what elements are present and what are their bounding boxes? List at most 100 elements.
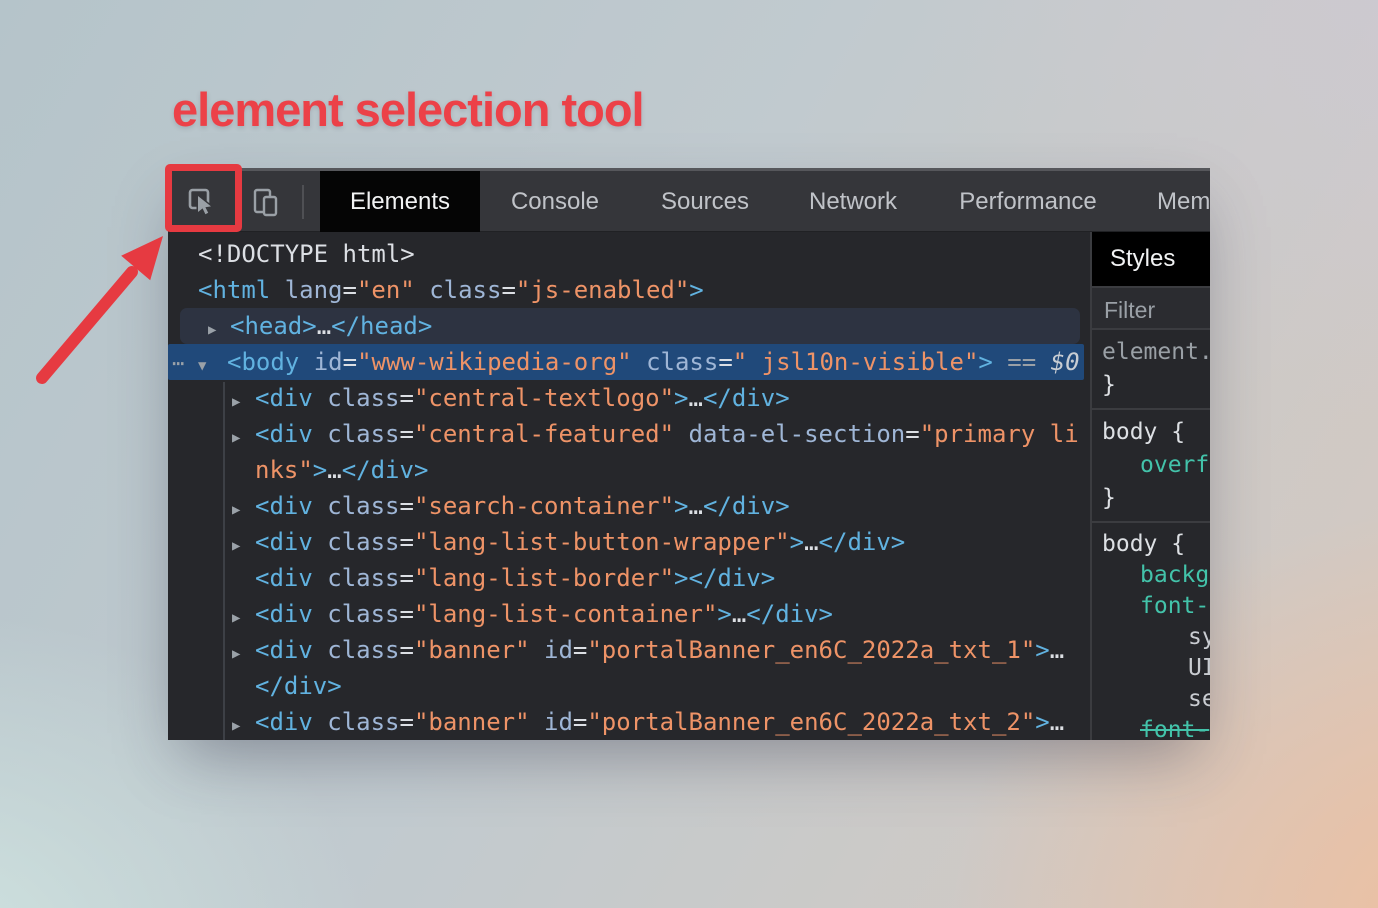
dom-tree-row[interactable]: ▶<div class="central-featured" data-el-s… (168, 416, 1090, 452)
annotation-highlight-box (165, 164, 242, 232)
dom-tree-row[interactable]: ▶<div class="central-textlogo">…</div> (168, 380, 1090, 416)
expand-arrow-icon[interactable]: ▶ (232, 600, 255, 636)
style-line[interactable]: body { (1092, 529, 1210, 560)
code-segment (313, 564, 327, 592)
style-line[interactable]: } (1092, 369, 1210, 402)
style-text: element. (1102, 339, 1210, 365)
expand-arrow-icon[interactable]: ▶ (208, 312, 230, 348)
code-segment: <div (255, 420, 313, 448)
code-segment: </div> (703, 384, 790, 412)
code-segment (313, 600, 327, 628)
style-line[interactable]: backg (1092, 560, 1210, 591)
style-text: } (1102, 485, 1116, 511)
code-segment: > (674, 492, 688, 520)
dom-tree-row[interactable]: ▶<div class="lang-list-container">…</div… (168, 596, 1090, 632)
tab-mem[interactable]: Mem (1157, 171, 1210, 232)
style-text: font- (1140, 717, 1209, 740)
style-line[interactable]: se (1092, 684, 1210, 715)
code-segment: "primary li (920, 420, 1079, 448)
dom-tree-row[interactable]: ▶<div class="banner" id="portalBanner_en… (168, 632, 1090, 668)
code-segment: <div (255, 492, 313, 520)
collapse-arrow-icon[interactable]: ▼ (198, 348, 227, 384)
code-segment: class (327, 492, 399, 520)
tab-console[interactable]: Console (490, 171, 620, 232)
code-segment: id (314, 348, 343, 376)
style-line[interactable]: element. (1092, 336, 1210, 369)
code-segment (313, 420, 327, 448)
style-line[interactable]: overf (1092, 449, 1210, 482)
dom-tree-row[interactable]: ⋯▼<body id="www-wikipedia-org" class=" j… (168, 344, 1084, 380)
tab-network[interactable]: Network (788, 171, 918, 232)
dom-tree-row[interactable]: <div class="lang-list-border"></div> (168, 560, 1090, 596)
code-segment: class (327, 708, 399, 736)
tab-sources[interactable]: Sources (640, 171, 770, 232)
code-segment: class (327, 600, 399, 628)
code-segment: … (732, 600, 746, 628)
style-section: body {backgfont-syUIsefont- (1092, 523, 1210, 740)
expand-arrow-icon[interactable]: ▶ (232, 708, 255, 740)
tab-styles[interactable]: Styles (1092, 232, 1210, 286)
expand-arrow-icon[interactable]: ▶ (232, 420, 255, 456)
code-segment: = (400, 600, 414, 628)
tab-elements[interactable]: Elements (320, 171, 480, 232)
code-segment: "lang-list-border" (414, 564, 674, 592)
style-line[interactable]: UI (1092, 653, 1210, 684)
style-text: } (1102, 372, 1116, 398)
code-segment: … (689, 492, 703, 520)
code-segment: $0 (1051, 348, 1080, 376)
code-segment (313, 528, 327, 556)
code-segment: class (327, 384, 399, 412)
dom-tree-row[interactable]: nks">…</div> (168, 452, 1090, 488)
code-segment: … (1050, 708, 1064, 736)
code-segment: > (674, 384, 688, 412)
code-segment: id (544, 708, 573, 736)
devtools-window: ElementsConsole Sources NetworkPerformance… (168, 168, 1210, 740)
dom-tree-row[interactable]: ▶<div class="lang-list-button-wrapper">…… (168, 524, 1090, 560)
expand-arrow-icon[interactable]: ▶ (232, 528, 255, 564)
style-text: sy (1188, 624, 1210, 650)
dom-tree-row[interactable]: ▶<div class="search-container">…</div> (168, 488, 1090, 524)
style-line[interactable]: } (1092, 482, 1210, 515)
code-segment: "search-container" (414, 492, 674, 520)
code-segment: = (400, 636, 414, 664)
code-segment: </div> (703, 492, 790, 520)
code-segment (299, 348, 313, 376)
styles-sidebar: Styles Filter element.}body {overf}body … (1090, 232, 1210, 740)
style-line[interactable]: font- (1092, 715, 1210, 740)
style-line[interactable]: font- (1092, 591, 1210, 622)
dom-tree-row[interactable]: <html lang="en" class="js-enabled"> (168, 272, 1090, 308)
code-segment: = (718, 348, 732, 376)
dom-tree-row[interactable]: </div> (168, 668, 1090, 704)
expand-arrow-icon[interactable]: ▶ (232, 384, 255, 420)
style-line[interactable]: body { (1092, 416, 1210, 449)
expand-arrow-icon[interactable]: ▶ (232, 492, 255, 528)
code-segment: > (790, 528, 804, 556)
dom-tree-row[interactable]: <!DOCTYPE html> (168, 236, 1090, 272)
dom-tree-panel[interactable]: <!DOCTYPE html><html lang="en" class="js… (168, 232, 1090, 740)
code-segment (313, 708, 327, 736)
code-segment: = (905, 420, 919, 448)
code-segment: = (400, 384, 414, 412)
code-segment: … (689, 384, 703, 412)
tab-performance[interactable]: Performance (928, 171, 1128, 232)
code-segment: = (400, 492, 414, 520)
code-segment: </div> (255, 672, 342, 700)
overflow-menu-icon[interactable]: ⋯ (172, 345, 198, 381)
dom-tree-row[interactable]: ▶<div class="banner" id="portalBanner_en… (168, 704, 1090, 740)
style-line[interactable]: sy (1092, 622, 1210, 653)
expand-arrow-icon[interactable]: ▶ (232, 636, 255, 672)
devtools-content: <!DOCTYPE html><html lang="en" class="js… (168, 232, 1210, 740)
style-text: se (1188, 686, 1210, 712)
code-segment: <div (255, 564, 313, 592)
code-segment: … (317, 312, 331, 340)
code-segment: > (978, 348, 992, 376)
dom-tree-row[interactable]: ▶<head>…</head> (180, 308, 1080, 344)
styles-filter-input[interactable]: Filter (1092, 286, 1210, 330)
code-segment: "js-enabled" (516, 276, 689, 304)
code-segment: class (327, 420, 399, 448)
code-segment (530, 708, 544, 736)
code-segment: = (573, 708, 587, 736)
code-segment: > (689, 276, 703, 304)
code-segment: "banner" (414, 708, 530, 736)
code-segment: > (674, 564, 688, 592)
